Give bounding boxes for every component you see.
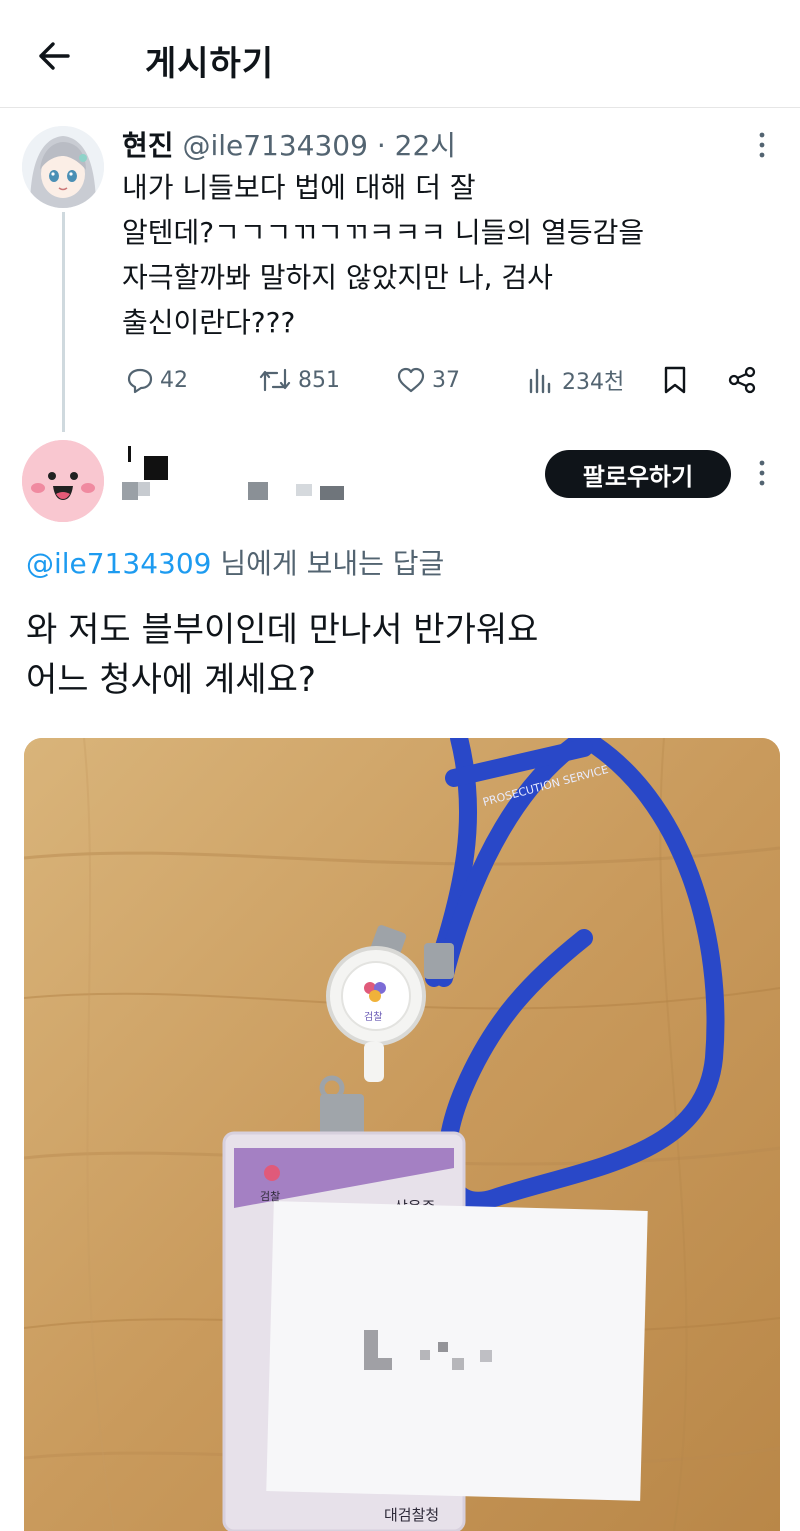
more-button[interactable] [752, 128, 772, 162]
back-button[interactable] [32, 34, 76, 78]
more-button[interactable] [752, 456, 772, 490]
lanyard-id-card-photo: PROSECUTION SERVICE 검찰 검찰 상용증 대검찰청 [24, 738, 780, 1531]
tweet-actions: 42 851 37 234천 [122, 360, 772, 400]
bar-chart-icon [529, 368, 551, 394]
card-bottom-text: 대검찰청 [384, 1506, 439, 1524]
retweet-button[interactable]: 851 [258, 360, 340, 400]
author-name[interactable]: 현진 [122, 129, 174, 162]
reply-to-suffix: 님에게 보내는 답글 [211, 547, 445, 580]
share-button[interactable] [726, 360, 764, 400]
follow-button[interactable]: 팔로우하기 [545, 450, 731, 498]
like-count: 37 [432, 367, 460, 393]
view-count: 234천 [562, 370, 625, 395]
tweet-text-line: 알텐데?ㄱㄱㄱㄲㄱㄲㅋㅋㅋ 니들의 열등감을 [122, 216, 645, 249]
top-bar: 게시하기 [0, 0, 800, 108]
tweet-text-line: 내가 니들보다 법에 대해 더 잘 [122, 171, 476, 204]
share-icon [728, 366, 756, 394]
heart-icon [397, 367, 425, 393]
avatar[interactable] [22, 440, 104, 522]
badge-reel-text: 검찰 [364, 1011, 382, 1023]
author-handle[interactable]: @ile7134309 [182, 129, 368, 162]
thread-line [62, 212, 65, 432]
anime-avatar-icon [22, 126, 104, 208]
reply-to-label: @ile7134309 님에게 보내는 답글 [26, 542, 444, 582]
like-button[interactable]: 37 [396, 360, 460, 400]
more-vertical-icon [759, 132, 765, 158]
reply-button[interactable]: 42 [126, 360, 188, 400]
tweet-text-line: 자극할까봐 말하지 않았지만 나, 검사 [122, 261, 553, 294]
views-button[interactable]: 234천 [526, 360, 624, 400]
bookmark-button[interactable] [662, 360, 694, 400]
mention-link[interactable]: @ile7134309 [26, 547, 212, 580]
page-title: 게시하기 [145, 44, 275, 84]
tweet-time[interactable]: 22시 [395, 129, 456, 162]
tweet-text: 내가 니들보다 법에 대해 더 잘 알텐데?ㄱㄱㄱㄲㄱㄲㅋㅋㅋ 니들의 열등감을… [122, 165, 762, 345]
tweet-meta: 현진 @ile7134309 · 22시 [122, 124, 456, 164]
tweet-text-line: 출신이란다??? [122, 306, 296, 339]
retweet-icon [259, 368, 291, 392]
arrow-left-icon [39, 42, 70, 70]
reply-icon [127, 368, 153, 394]
card-emblem-text: 검찰 [260, 1190, 280, 1203]
bookmark-icon [664, 366, 686, 394]
avatar[interactable] [22, 126, 104, 208]
reply-text-line: 어느 청사에 계세요? [26, 660, 316, 700]
reply-count: 42 [160, 367, 188, 393]
censored-name [118, 440, 358, 510]
attached-photo[interactable]: PROSECUTION SERVICE 검찰 검찰 상용증 대검찰청 [24, 738, 780, 1531]
pink-face-avatar-icon [22, 440, 104, 522]
reply-text-line: 와 저도 블부이인데 만나서 반가워요 [26, 610, 539, 650]
retweet-count: 851 [298, 367, 340, 393]
more-vertical-icon [759, 460, 765, 486]
reply-text: 와 저도 블부이인데 만나서 반가워요 어느 청사에 계세요? [26, 605, 538, 705]
meta-separator: · [367, 129, 395, 162]
